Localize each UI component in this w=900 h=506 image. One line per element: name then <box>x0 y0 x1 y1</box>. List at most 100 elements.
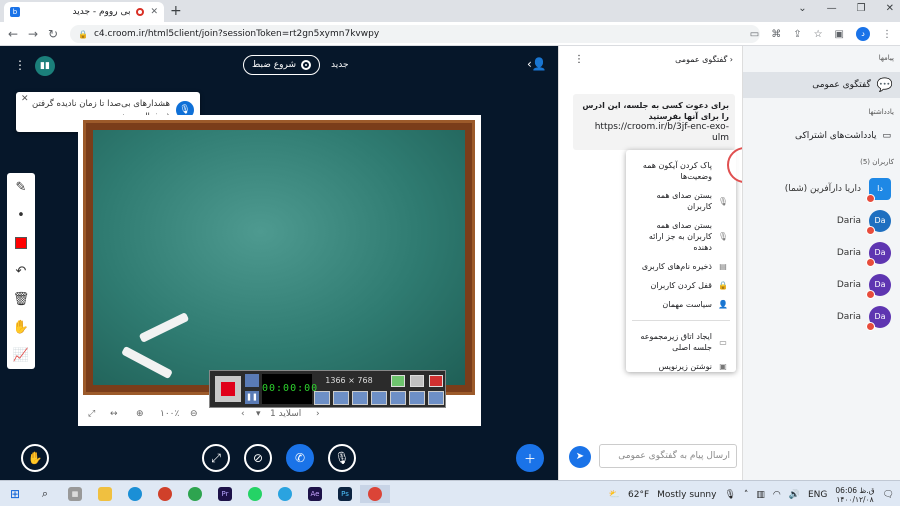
photoshop-icon[interactable]: Ps <box>330 485 360 503</box>
weather-icon: ⛅ <box>608 490 621 500</box>
raise-hand-button[interactable]: ✋ <box>21 444 49 472</box>
search-icon[interactable]: ⌕ <box>30 485 60 503</box>
whatsapp-icon[interactable] <box>240 485 270 503</box>
pencil-tool-icon[interactable]: ✎ <box>7 173 35 201</box>
invite-link[interactable]: https://croom.ir/b/3jf-enc-exo-ulm <box>579 122 729 144</box>
wifi-icon[interactable]: ◠ <box>773 490 781 500</box>
send-message-button[interactable]: ➤ <box>569 446 591 468</box>
reload-button[interactable]: ↻ <box>48 27 58 41</box>
fullscreen-icon[interactable]: ⤢ <box>88 409 95 419</box>
menu-item-breakout-rooms[interactable]: ▭ ایجاد اتاق زیرمجموعه جلسه اصلی <box>626 327 736 357</box>
chrome-icon[interactable] <box>180 485 210 503</box>
trash-icon[interactable]: 🗑 <box>7 285 35 313</box>
brush-size-icon[interactable]: • <box>7 201 35 229</box>
minimize-recorder-icon[interactable] <box>410 375 424 387</box>
slide-dropdown[interactable]: ▾ <box>256 409 261 419</box>
hand-pan-icon[interactable]: ✋ <box>7 313 35 341</box>
zoom-in-icon[interactable]: ⊕ <box>136 409 144 419</box>
user-list-item[interactable]: Da Daria <box>743 304 900 331</box>
webcam-icon[interactable] <box>352 391 368 405</box>
chat-title[interactable]: ‹ گفتگوی عمومی <box>675 55 733 64</box>
share-screen-button[interactable]: ⤢ <box>202 444 230 472</box>
notifications-icon[interactable]: 🗨 <box>883 490 894 500</box>
browser-tab[interactable]: b بی رووم - جدید ✕ <box>4 2 164 22</box>
recorder-app-icon[interactable] <box>150 485 180 503</box>
microphone-icon[interactable] <box>333 391 349 405</box>
forward-button[interactable]: → <box>28 27 38 41</box>
menu-item-guest-policy[interactable]: 👤 سیاست مهمان <box>626 295 736 314</box>
record-label: شروع ضبط <box>252 60 296 70</box>
user-list-item[interactable]: Da Daria <box>743 272 900 299</box>
close-window-button[interactable]: ✕ <box>886 3 894 14</box>
options-menu-icon[interactable]: ⋮ <box>14 58 26 72</box>
translate-icon[interactable]: ⌘ <box>771 29 781 40</box>
close-tab-icon[interactable]: ✕ <box>150 7 158 17</box>
clock[interactable]: ق.ظ 06:06 ۱۴۰۰/۱۲/۰۸ <box>835 486 874 504</box>
share-icon[interactable]: ⇪ <box>793 29 801 40</box>
minimize-button[interactable]: — <box>827 3 837 14</box>
menu-item-mute-all-except-presenter[interactable]: 🎙 بستن صدای همه کاربران به جز ارائه دهنده <box>626 216 736 257</box>
fit-width-icon[interactable]: ↔ <box>110 409 118 419</box>
extensions-icon[interactable]: ▣ <box>835 29 844 40</box>
back-button[interactable]: ← <box>8 27 18 41</box>
browser-menu-icon[interactable]: ⋮ <box>882 29 892 40</box>
prev-slide-icon[interactable]: ‹ <box>241 409 245 419</box>
menu-item-clear-status[interactable]: پاک کردن آیکون همه وضعیت‌ها <box>626 156 736 186</box>
undo-icon[interactable]: ↶ <box>7 257 35 285</box>
premiere-icon[interactable]: Pr <box>210 485 240 503</box>
windows-start-icon[interactable]: ⊞ <box>0 485 30 503</box>
network-icon[interactable]: ▥ <box>756 490 765 500</box>
user-list-item[interactable]: Da Daria <box>743 208 900 235</box>
url-field[interactable]: 🔒 c4.croom.ir/html5client/join?sessionTo… <box>70 25 760 43</box>
bookmark-star-icon[interactable]: ☆ <box>814 29 823 40</box>
video-off-button[interactable]: ⊘ <box>244 444 272 472</box>
after-effects-icon[interactable]: Ae <box>300 485 330 503</box>
next-slide-icon[interactable]: › <box>316 409 320 419</box>
language-indicator[interactable]: ENG <box>808 490 827 500</box>
pen-icon[interactable] <box>390 391 406 405</box>
screenshot-icon[interactable] <box>245 374 259 387</box>
menu-item-save-usernames[interactable]: ▤ ذخیره نام‌های کاربری <box>626 257 736 276</box>
cursor-icon[interactable] <box>371 391 387 405</box>
shared-notes-item[interactable]: ▭ یادداشت‌های اشتراکی <box>743 124 900 148</box>
zoom-out-icon[interactable]: ⊖ <box>190 409 198 419</box>
start-recording-button[interactable]: شروع ضبط <box>243 55 320 75</box>
mic-icon[interactable]: 🎙 <box>724 490 735 500</box>
window-mode-icon[interactable] <box>391 375 405 387</box>
task-view-icon[interactable]: ▦ <box>60 485 90 503</box>
maximize-button[interactable]: ❐ <box>857 3 866 14</box>
stop-record-button[interactable] <box>215 376 241 402</box>
close-icon[interactable]: ✕ <box>21 94 29 104</box>
chat-options-icon[interactable]: ⋮ <box>574 54 584 65</box>
speaker-icon[interactable] <box>314 391 330 405</box>
user-list-item[interactable]: دا داریا دارآفرین (شما) <box>743 176 900 203</box>
chat-bubble-icon: 💬 <box>876 77 893 93</box>
mute-mic-button[interactable]: 🎙 <box>328 444 356 472</box>
user-list-item[interactable]: Da Daria <box>743 240 900 267</box>
chrome-active-icon[interactable] <box>360 485 390 503</box>
chart-icon[interactable]: 📈 <box>7 341 35 369</box>
telegram-icon[interactable] <box>270 485 300 503</box>
new-tab-button[interactable]: + <box>170 3 182 19</box>
settings-icon[interactable] <box>428 391 444 405</box>
color-picker[interactable] <box>7 229 35 257</box>
chat-header: ⋮ ‹ گفتگوی عمومی <box>559 46 743 72</box>
profile-avatar[interactable]: د <box>856 27 870 41</box>
user-list-toggle-icon[interactable]: ‹👤 <box>527 57 547 71</box>
actions-plus-button[interactable]: ＋ <box>516 444 544 472</box>
menu-item-mute-all[interactable]: 🎙 بستن صدای همه کاربران <box>626 186 736 216</box>
public-chat-item[interactable]: 💬 گفتگوی عمومی <box>743 72 900 98</box>
edge-browser-icon[interactable] <box>120 485 150 503</box>
folder-icon[interactable] <box>409 391 425 405</box>
audio-phone-button[interactable]: ✆ <box>286 444 314 472</box>
pause-button[interactable]: ❚❚ <box>245 391 259 404</box>
menu-item-captions[interactable]: ▣ نوشتن زیرنویس <box>626 357 736 376</box>
chevron-down-icon[interactable]: ⌄ <box>798 3 806 14</box>
volume-icon[interactable]: 🔊 <box>789 490 800 500</box>
tray-arrow-icon[interactable]: ˄ <box>744 490 749 500</box>
close-recorder-icon[interactable] <box>429 375 443 387</box>
file-explorer-icon[interactable] <box>90 485 120 503</box>
chat-message-input[interactable]: ارسال پیام به گفتگوی عمومی <box>599 444 737 468</box>
camera-icon[interactable]: ▭ <box>750 29 759 40</box>
menu-item-lock-users[interactable]: 🔒 قفل کردن کاربران <box>626 276 736 295</box>
